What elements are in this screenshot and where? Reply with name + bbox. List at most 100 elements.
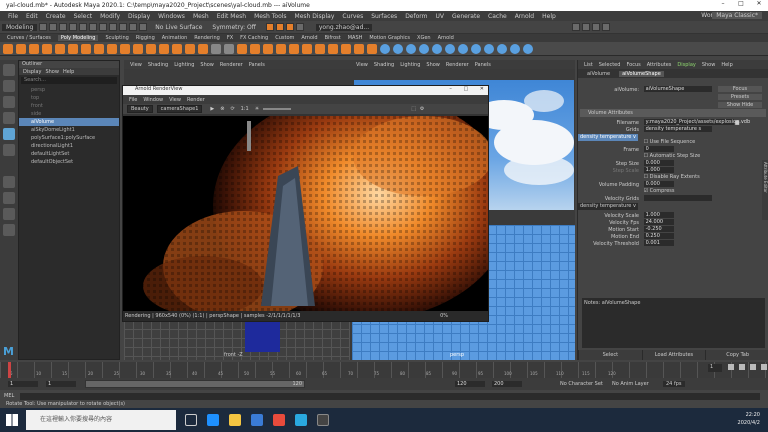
menu-mesh-tools[interactable]: Mesh Tools [254, 13, 286, 20]
velocity-grids-list[interactable]: density temperature v [578, 202, 638, 210]
lasso-tool-icon[interactable] [3, 80, 15, 92]
outliner-item[interactable]: aiSkyDomeLight1 [19, 126, 119, 134]
menu-mesh-display[interactable]: Mesh Display [295, 13, 335, 20]
close-icon[interactable]: ✕ [750, 0, 768, 7]
extrude-icon[interactable] [263, 43, 273, 54]
vp-menu-panels[interactable]: Panels [249, 62, 265, 68]
ae-menu-attributes[interactable]: Attributes [647, 62, 672, 68]
vp-menu-renderer[interactable]: Renderer [446, 62, 469, 68]
menu-mesh[interactable]: Mesh [193, 13, 209, 20]
minimize-icon[interactable]: – [714, 0, 732, 7]
menu-uv[interactable]: UV [436, 13, 445, 20]
zoom-ratio[interactable]: 1:1 [241, 106, 249, 112]
menu-create[interactable]: Create [46, 13, 66, 20]
auto-step-size-checkbox[interactable]: ☐ [644, 153, 648, 159]
poly-sphere-icon[interactable] [3, 43, 13, 54]
arnold-photometric-icon[interactable] [432, 43, 442, 54]
scale-tool-icon[interactable] [3, 144, 15, 156]
stop-render-icon[interactable]: ⊗ [220, 106, 224, 112]
ae-menu-display[interactable]: Display [677, 62, 695, 68]
shelf-tab-rigging[interactable]: Rigging [136, 35, 155, 41]
arnold-curve-icon[interactable] [510, 43, 520, 54]
vp-menu-show[interactable]: Show [200, 62, 214, 68]
menu-generate[interactable]: Generate [452, 13, 480, 20]
poly-gear-icon[interactable] [159, 43, 169, 54]
use-file-sequence-checkbox[interactable]: ☐ [644, 139, 648, 145]
poly-pyramid-icon[interactable] [107, 43, 117, 54]
poly-type-icon[interactable] [185, 43, 195, 54]
node-name-field[interactable]: aiVolumeShape [643, 86, 712, 92]
refresh-icon[interactable]: ⟳ [230, 106, 234, 112]
outliner-item[interactable]: persp [19, 86, 119, 94]
select-button[interactable]: Select [578, 350, 642, 360]
start-time-field[interactable]: 1 [8, 381, 38, 387]
taskbar-search-input[interactable]: 在這裡輸入你要搜尋的內容 [26, 410, 176, 430]
select-hierarchy-icon[interactable] [89, 23, 98, 31]
camera-dropdown[interactable]: cameraShape1 [156, 105, 203, 113]
maya-taskbar-icon[interactable] [295, 414, 307, 426]
select-tool-icon[interactable] [3, 64, 15, 76]
velocity-fps-field[interactable]: 24.000 [643, 219, 674, 225]
outliner-menu-help[interactable]: Help [63, 69, 74, 75]
motion-start-field[interactable]: -0.250 [643, 226, 674, 232]
arnold-light-icon[interactable] [380, 43, 390, 54]
render-play-icon[interactable]: ▶ [210, 106, 214, 112]
outliner-item[interactable]: front [19, 102, 119, 110]
tool-settings-icon[interactable] [592, 23, 601, 31]
step-scale-field[interactable]: 1.000 [643, 167, 674, 173]
arnold-volume-icon[interactable] [445, 43, 455, 54]
motion-end-field[interactable]: 0.250 [643, 233, 674, 239]
step-size-field[interactable]: 0.000 [643, 160, 674, 166]
maximize-icon[interactable]: □ [463, 86, 468, 92]
ae-menu-help[interactable]: Help [721, 62, 732, 68]
combine-icon[interactable] [211, 43, 221, 54]
app-icon[interactable] [273, 414, 285, 426]
renderview-settings-icon[interactable]: ⚙ [420, 106, 424, 112]
smooth-icon[interactable] [237, 43, 247, 54]
poly-disc-icon[interactable] [81, 43, 91, 54]
select-object-icon[interactable] [99, 23, 108, 31]
ae-menu-focus[interactable]: Focus [626, 62, 640, 68]
notes-box[interactable]: Notes: aiVolumeShape [582, 298, 765, 348]
menu-display[interactable]: Display [128, 13, 150, 20]
windows-start-icon[interactable] [6, 414, 18, 426]
poly-cube-icon[interactable] [16, 43, 26, 54]
vp-menu-show[interactable]: Show [426, 62, 440, 68]
poly-cylinder-icon[interactable] [29, 43, 39, 54]
attribute-editor-toggle-icon[interactable] [582, 23, 591, 31]
ipr-render-icon[interactable] [275, 23, 284, 31]
multi-cut-icon[interactable] [315, 43, 325, 54]
shelf-tab-xgen[interactable]: XGen [417, 35, 431, 41]
hypershade-icon[interactable] [295, 23, 304, 31]
paint-select-icon[interactable] [3, 96, 15, 108]
crop-icon[interactable]: ⬚ [411, 106, 416, 112]
menu-help[interactable]: Help [542, 13, 556, 20]
load-attributes-button[interactable]: Load Attributes [641, 350, 706, 360]
rv-menu-file[interactable]: File [129, 97, 137, 103]
render-settings-icon[interactable] [285, 23, 294, 31]
attribute-editor-side-tab[interactable]: Attribute Editor [762, 160, 768, 220]
poly-svg-icon[interactable] [198, 43, 208, 54]
exposure-slider[interactable] [263, 108, 292, 110]
vp-menu-view[interactable]: View [356, 62, 368, 68]
poly-platonic-icon[interactable] [94, 43, 104, 54]
tab-aivolume[interactable]: aiVolume [584, 71, 613, 77]
current-frame-field[interactable]: 1 [708, 364, 722, 372]
mel-input[interactable] [20, 393, 760, 400]
bevel-icon[interactable] [289, 43, 299, 54]
poly-plane-icon[interactable] [68, 43, 78, 54]
live-surface-label[interactable]: No Live Surface [155, 24, 202, 31]
step-back-icon[interactable] [728, 364, 734, 370]
render-image[interactable] [123, 116, 488, 311]
arnold-stand-in-icon[interactable] [497, 43, 507, 54]
velocity-grids-field[interactable] [643, 195, 712, 201]
ae-menu-list[interactable]: List [584, 62, 593, 68]
move-tool-icon[interactable] [3, 112, 15, 124]
play-forward-icon[interactable] [749, 364, 756, 370]
maximize-icon[interactable]: □ [732, 0, 750, 7]
shelf-tab-curves[interactable]: Curves / Surfaces [7, 35, 51, 41]
close-icon[interactable]: ✕ [480, 86, 484, 92]
shelf-tab-mash[interactable]: MASH [348, 35, 363, 41]
snap-curve-icon[interactable] [129, 23, 138, 31]
edge-icon[interactable] [207, 414, 219, 426]
